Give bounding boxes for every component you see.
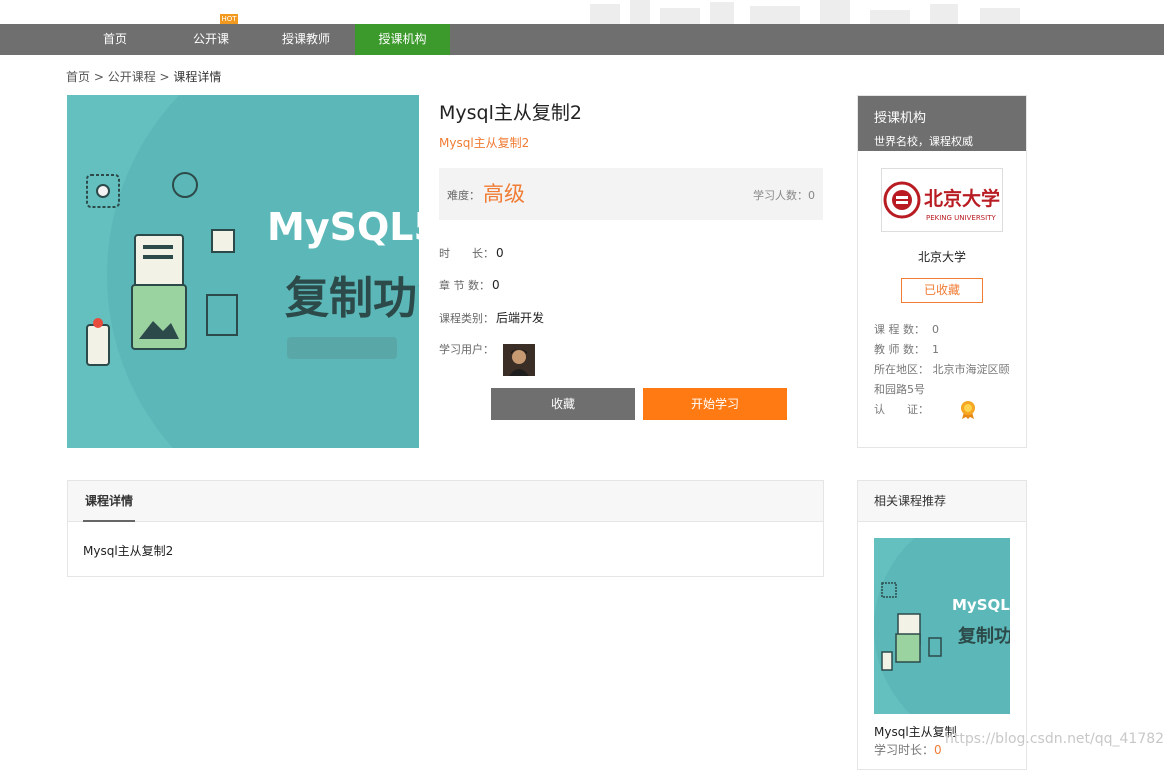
- start-learning-button[interactable]: 开始学习: [643, 388, 787, 420]
- breadcrumb-home[interactable]: 首页: [66, 70, 90, 84]
- favorite-button[interactable]: 收藏: [491, 388, 635, 420]
- related-courses-panel: 相关课程推荐 MySQL5.7 复制功能 Mysql主从复制 学习时长：0: [857, 480, 1027, 770]
- difficulty-panel: 难度： 高级 学习人数：0: [439, 168, 823, 220]
- nav-item-open-courses[interactable]: 公开课: [176, 24, 246, 55]
- institution-card: 授课机构 世界名校，课程权威 北京大学 PEKING UNIVERSITY 北京…: [857, 95, 1027, 448]
- category-row: 课程类别： 后端开发: [439, 309, 544, 326]
- category-value: 后端开发: [496, 311, 545, 325]
- logo-english-text: PEKING UNIVERSITY: [926, 214, 996, 222]
- course-detail-panel: 课程详情 Mysql主从复制2: [67, 480, 824, 577]
- users-row: 学习用户：: [439, 341, 494, 357]
- teacher-count-value: 1: [932, 343, 939, 356]
- related-thumb-title: MySQL5.7: [952, 596, 1010, 614]
- difficulty-value: 高级: [483, 182, 525, 206]
- cover-title-text: MySQL5.7: [267, 205, 419, 249]
- course-title: Mysql主从复制2: [439, 102, 582, 124]
- breadcrumb: 首页 > 公开课程 > 课程详情: [66, 68, 221, 85]
- certification-row: 认 证：: [874, 400, 1014, 420]
- nav-item-institutions[interactable]: 授课机构: [355, 24, 450, 55]
- breadcrumb-open-courses[interactable]: 公开课程: [108, 70, 156, 84]
- course-count-row: 课 程 数： 0: [874, 320, 1014, 340]
- detail-content: Mysql主从复制2: [83, 544, 174, 558]
- logo-chinese-text: 北京大学: [924, 187, 1000, 210]
- breadcrumb-separator: >: [155, 70, 174, 84]
- institution-header: 授课机构 世界名校，课程权威: [858, 96, 1026, 151]
- cover-subtitle-text: 复制功能: [285, 273, 419, 324]
- top-strip: [0, 0, 1164, 24]
- related-time-label: 学习时长：: [874, 743, 935, 757]
- learner-avatar[interactable]: [503, 344, 535, 376]
- institution-name[interactable]: 北京大学: [858, 248, 1026, 265]
- category-label: 课程类别：: [439, 312, 494, 325]
- favorited-button[interactable]: 已收藏: [901, 278, 983, 303]
- breadcrumb-separator: >: [90, 70, 108, 84]
- related-time-value: 0: [934, 743, 942, 757]
- detail-tab-bar: 课程详情: [68, 481, 823, 522]
- course-cover-image: MySQL5.7 复制功能: [67, 95, 419, 448]
- users-label: 学习用户：: [439, 343, 494, 356]
- avatar-image: [503, 344, 535, 376]
- hot-badge: HOT: [220, 14, 238, 24]
- course-count-label: 课 程 数：: [874, 323, 925, 336]
- skyline-decoration: [590, 0, 1020, 24]
- learners-value: 0: [808, 189, 815, 202]
- related-thumb-illustration: MySQL5.7 复制功能: [874, 538, 1010, 714]
- breadcrumb-current: 课程详情: [173, 70, 222, 84]
- cover-illustration: MySQL5.7 复制功能: [86, 95, 419, 448]
- related-thumb-subtitle: 复制功能: [957, 625, 1010, 647]
- institution-header-subtitle: 世界名校，课程权威: [874, 135, 973, 148]
- chapters-row: 章 节 数： 0: [439, 277, 500, 293]
- certified-medal-icon: [960, 401, 975, 419]
- difficulty-label: 难度：: [447, 189, 480, 202]
- region-label: 所在地区：: [874, 363, 929, 376]
- chapters-label: 章 节 数：: [439, 279, 490, 292]
- chapters-value: 0: [492, 278, 500, 292]
- related-course-thumbnail[interactable]: MySQL5.7 复制功能: [874, 538, 1010, 714]
- nav-item-teachers[interactable]: 授课教师: [271, 24, 341, 55]
- peking-university-logo: 北京大学 PEKING UNIVERSITY: [883, 181, 1000, 222]
- main-nav: 首页 公开课 授课教师 授课机构: [0, 24, 1164, 55]
- related-courses-header: 相关课程推荐: [858, 481, 1026, 522]
- region-row: 所在地区： 北京市海淀区颐和园路5号: [874, 360, 1014, 400]
- teacher-count-label: 教 师 数：: [874, 343, 925, 356]
- certification-label: 认 证：: [874, 403, 929, 416]
- teacher-count-row: 教 师 数： 1: [874, 340, 1014, 360]
- institution-logo[interactable]: 北京大学 PEKING UNIVERSITY: [881, 168, 1003, 232]
- duration-value: 0: [496, 246, 504, 260]
- related-course-time: 学习时长：0: [874, 741, 942, 758]
- nav-item-home[interactable]: 首页: [80, 24, 150, 55]
- learners-label: 学习人数：: [753, 189, 808, 202]
- institution-header-title: 授课机构: [874, 111, 927, 126]
- course-subtitle: Mysql主从复制2: [439, 136, 530, 150]
- duration-row: 时 长： 0: [439, 245, 504, 261]
- duration-label: 时 长：: [439, 247, 494, 260]
- course-count-value: 0: [932, 323, 939, 336]
- learners-count: 学习人数：0: [753, 187, 815, 203]
- watermark: https://blog.csdn.net/qq_41782425: [945, 731, 1164, 747]
- tab-course-detail[interactable]: 课程详情: [83, 481, 136, 522]
